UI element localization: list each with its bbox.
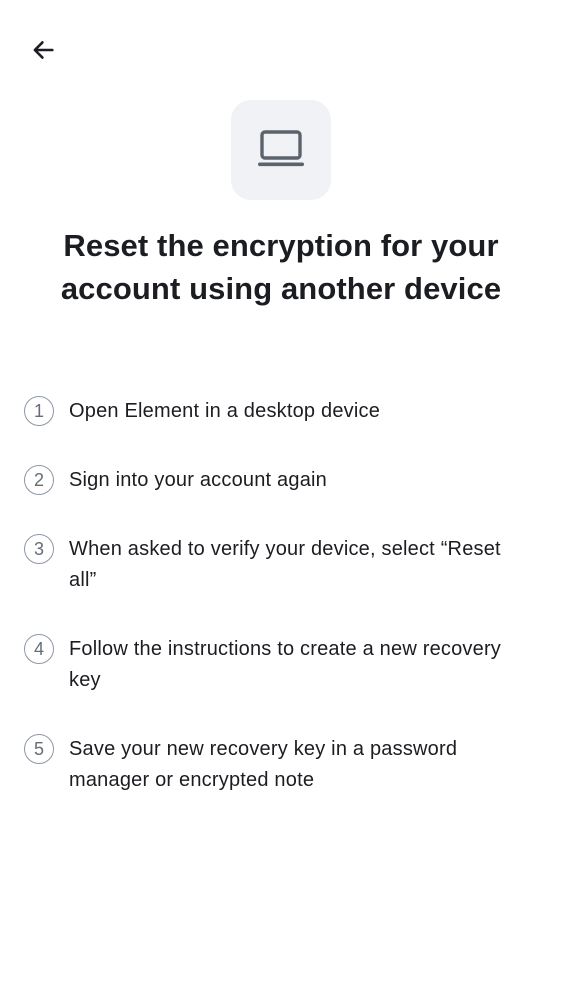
back-button[interactable] <box>20 27 66 73</box>
device-icon-badge <box>231 100 331 200</box>
step-number-badge: 1 <box>24 396 54 426</box>
step-number-badge: 2 <box>24 465 54 495</box>
step-number-badge: 4 <box>24 634 54 664</box>
laptop-icon <box>257 129 305 171</box>
step-text: When asked to verify your device, select… <box>69 538 501 591</box>
page-title: Reset the encryption for your account us… <box>60 228 502 306</box>
step-item: 1 Open Element in a desktop device <box>24 396 524 427</box>
step-number-badge: 3 <box>24 534 54 564</box>
step-item: 5 Save your new recovery key in a passwo… <box>24 734 524 796</box>
arrow-left-icon <box>29 36 57 64</box>
step-text: Open Element in a desktop device <box>69 400 381 422</box>
step-item: 4 Follow the instructions to create a ne… <box>24 634 524 696</box>
step-text: Follow the instructions to create a new … <box>69 638 502 691</box>
step-number-badge: 5 <box>24 734 54 764</box>
step-item: 2 Sign into your account again <box>24 465 524 496</box>
step-text: Save your new recovery key in a password… <box>69 738 458 791</box>
steps-list: 1 Open Element in a desktop device 2 Sig… <box>24 396 524 834</box>
step-text: Sign into your account again <box>69 469 327 491</box>
step-item: 3 When asked to verify your device, sele… <box>24 534 524 596</box>
